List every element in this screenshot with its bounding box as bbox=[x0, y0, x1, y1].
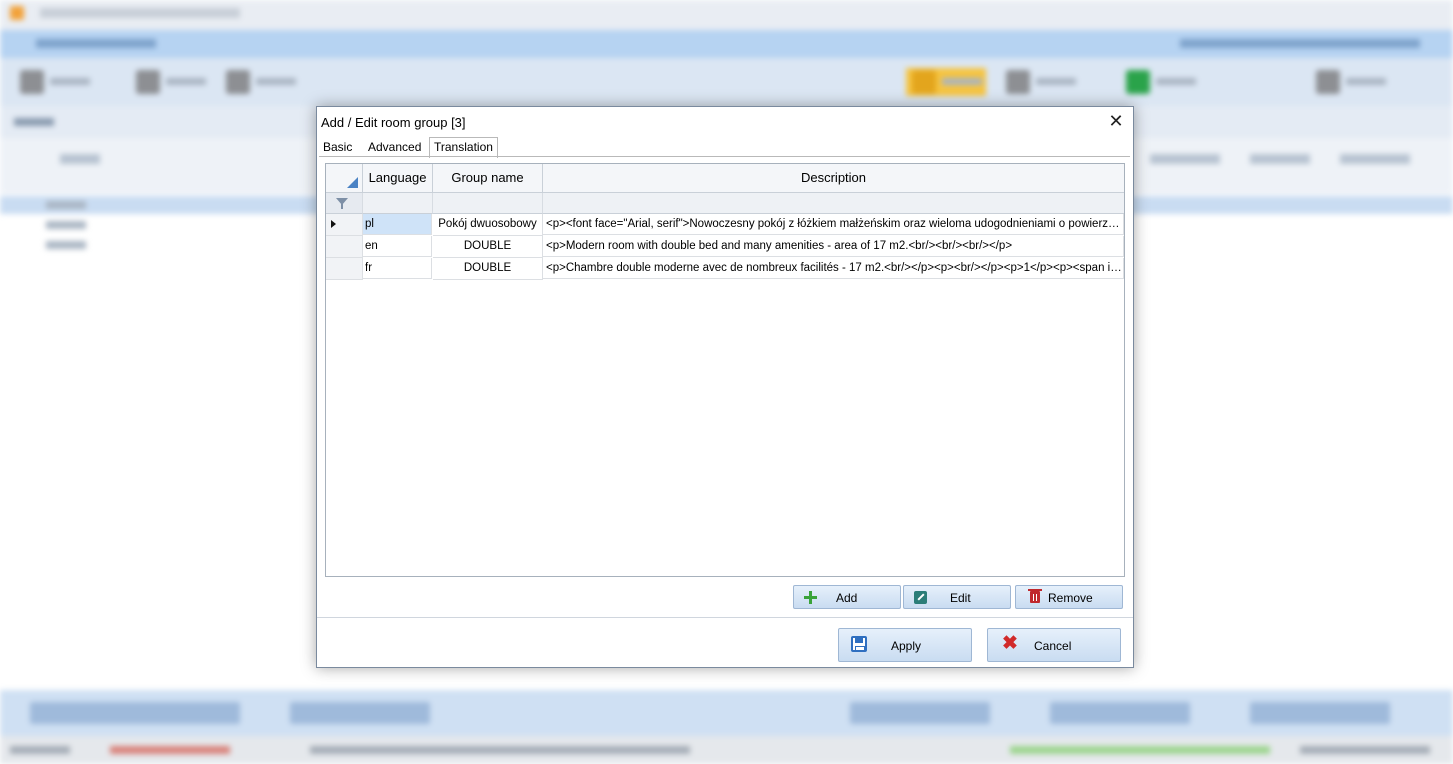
translations-grid: Language Group name Description pl Pokój… bbox=[325, 163, 1125, 577]
app-icon bbox=[10, 6, 24, 20]
edit-button-label: Edit bbox=[950, 591, 971, 605]
save-icon bbox=[851, 636, 867, 652]
toolbar-button-blurred bbox=[1000, 68, 1080, 96]
plus-icon bbox=[804, 591, 817, 604]
app-bottom-bar bbox=[0, 690, 1453, 736]
column-header-group-name[interactable]: Group name bbox=[433, 164, 543, 193]
toolbar-button-blurred bbox=[130, 68, 210, 96]
tab-advanced[interactable]: Advanced bbox=[364, 139, 425, 156]
toolbar-button-blurred bbox=[1120, 68, 1200, 96]
app-titlebar bbox=[0, 0, 1453, 30]
menu-blurred bbox=[36, 39, 156, 48]
column-header-description[interactable]: Description bbox=[543, 164, 1124, 193]
cell-description[interactable]: <p>Chambre double moderne avec de nombre… bbox=[543, 258, 1124, 279]
column-chooser-icon bbox=[347, 177, 358, 188]
table-row[interactable]: fr DOUBLE <p>Chambre double moderne avec… bbox=[326, 258, 1124, 280]
remove-button[interactable]: Remove bbox=[1015, 585, 1123, 609]
remove-button-label: Remove bbox=[1048, 591, 1093, 605]
apply-button[interactable]: Apply bbox=[838, 628, 972, 662]
app-statusbar bbox=[0, 736, 1453, 764]
app-title-blurred bbox=[40, 8, 240, 18]
row-indicator[interactable] bbox=[326, 236, 363, 258]
cell-language[interactable]: en bbox=[363, 236, 432, 257]
add-button-label: Add bbox=[836, 591, 858, 605]
row-indicator[interactable] bbox=[326, 258, 363, 280]
toolbar-button-blurred bbox=[220, 68, 300, 96]
row-indicator[interactable] bbox=[326, 214, 363, 236]
app-toolbar bbox=[0, 58, 1453, 107]
add-edit-room-group-dialog: Add / Edit room group [3] ✕ Basic Advanc… bbox=[316, 106, 1134, 668]
column-header-language[interactable]: Language bbox=[363, 164, 433, 193]
apply-button-label: Apply bbox=[891, 639, 922, 653]
filter-cell-group-name[interactable] bbox=[433, 193, 543, 214]
app-menubar bbox=[0, 30, 1453, 58]
filter-icon bbox=[336, 198, 348, 209]
cell-group-name[interactable]: DOUBLE bbox=[433, 258, 543, 280]
toolbar-button-blurred bbox=[14, 68, 94, 96]
cancel-button-label: Cancel bbox=[1034, 639, 1072, 653]
cell-group-name[interactable]: Pokój dwuosobowy bbox=[433, 214, 543, 236]
table-row[interactable]: pl Pokój dwuosobowy <p><font face="Arial… bbox=[326, 214, 1124, 236]
table-row[interactable]: en DOUBLE <p>Modern room with double bed… bbox=[326, 236, 1124, 258]
cell-group-name[interactable]: DOUBLE bbox=[433, 236, 543, 258]
filter-row-indicator[interactable] bbox=[326, 193, 363, 214]
dialog-title: Add / Edit room group [3] bbox=[321, 115, 466, 130]
cell-language[interactable]: fr bbox=[363, 258, 432, 279]
cancel-button[interactable]: ✖ Cancel bbox=[987, 628, 1121, 662]
cell-language[interactable]: pl bbox=[363, 214, 432, 235]
grid-corner[interactable] bbox=[326, 164, 363, 193]
add-button[interactable]: Add bbox=[793, 585, 901, 609]
trash-icon bbox=[1028, 589, 1042, 603]
cancel-x-icon: ✖ bbox=[1002, 633, 1018, 654]
cell-description[interactable]: <p>Modern room with double bed and many … bbox=[543, 236, 1124, 257]
menu-right-blurred bbox=[1180, 39, 1420, 48]
toolbar-button-blurred bbox=[1310, 68, 1390, 96]
close-icon[interactable]: ✕ bbox=[1107, 111, 1125, 131]
toolbar-button-highlighted-blurred bbox=[906, 68, 986, 96]
footer-separator bbox=[317, 617, 1133, 618]
current-row-arrow-icon bbox=[331, 220, 336, 228]
filter-cell-description[interactable] bbox=[543, 193, 1124, 214]
pencil-icon bbox=[914, 591, 927, 604]
tab-translation[interactable]: Translation bbox=[429, 137, 498, 158]
cell-description[interactable]: <p><font face="Arial, serif">Nowoczesny … bbox=[543, 214, 1124, 235]
filter-cell-language[interactable] bbox=[363, 193, 433, 214]
edit-button[interactable]: Edit bbox=[903, 585, 1011, 609]
tab-basic[interactable]: Basic bbox=[319, 139, 356, 156]
